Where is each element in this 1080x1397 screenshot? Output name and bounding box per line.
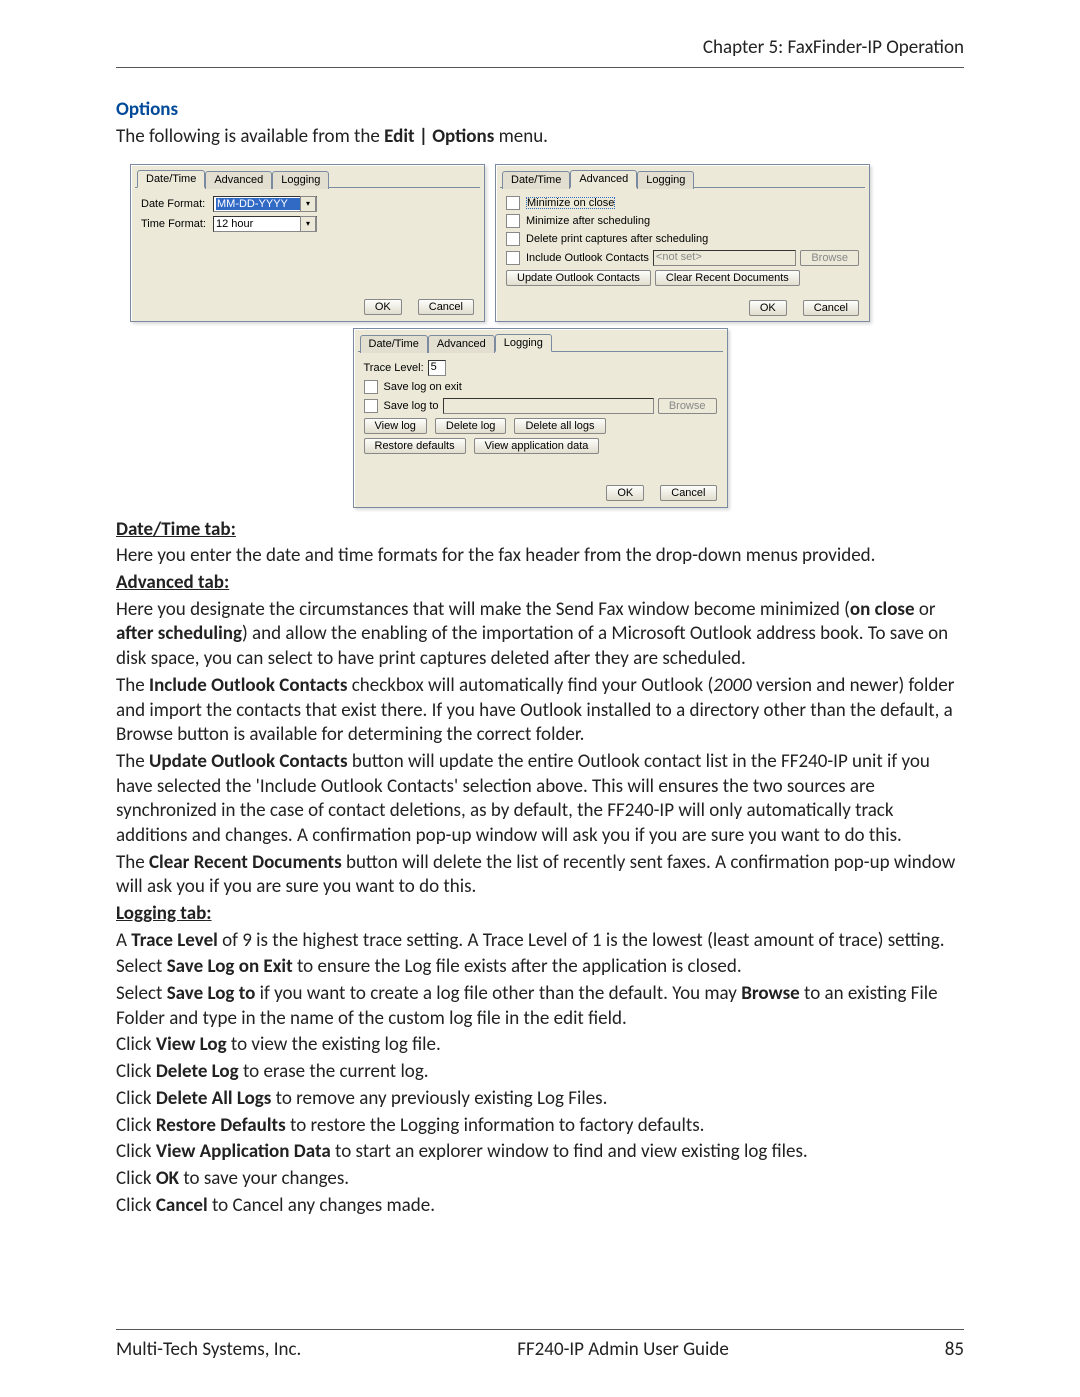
minimize-on-close-checkbox[interactable] [506, 196, 520, 210]
tabstrip: Date/Time Advanced Logging [500, 169, 865, 188]
cancel-button[interactable]: Cancel [418, 299, 474, 315]
logging-tab-heading: Logging tab: [116, 902, 964, 927]
time-format-label: Time Format: [141, 218, 209, 230]
tabstrip: Date/Time Advanced Logging [135, 169, 480, 188]
intro-text: The following is available from the Edit… [116, 125, 964, 150]
update-outlook-contacts-button[interactable]: Update Outlook Contacts [506, 270, 651, 286]
logging-paragraph-10: Click Cancel to Cancel any changes made. [116, 1194, 964, 1219]
advanced-tab-heading: Advanced tab: [116, 571, 964, 596]
options-dialog-datetime: Date/Time Advanced Logging Date Format: … [130, 164, 485, 322]
cancel-button[interactable]: Cancel [803, 300, 859, 316]
logging-paragraph-9: Click OK to save your changes. [116, 1167, 964, 1192]
options-dialog-logging: Date/Time Advanced Logging Trace Level: … [353, 328, 728, 508]
trace-level-label: Trace Level: [364, 362, 424, 374]
logging-paragraph-8: Click View Application Data to start an … [116, 1140, 964, 1165]
chevron-down-icon[interactable]: ▾ [300, 196, 316, 212]
logging-paragraph-1: A Trace Level of 9 is the highest trace … [116, 929, 964, 954]
tabstrip: Date/Time Advanced Logging [358, 333, 723, 352]
tab-advanced[interactable]: Advanced [428, 335, 495, 353]
ok-button[interactable]: OK [606, 485, 644, 501]
delete-print-captures-label: Delete print captures after scheduling [526, 233, 708, 245]
delete-print-captures-checkbox[interactable] [506, 232, 520, 246]
minimize-after-scheduling-label: Minimize after scheduling [526, 215, 650, 227]
tab-datetime[interactable]: Date/Time [137, 170, 205, 188]
logging-paragraph-4: Click View Log to view the existing log … [116, 1033, 964, 1058]
logging-paragraph-6: Click Delete All Logs to remove any prev… [116, 1087, 964, 1112]
footer-left: Multi-Tech Systems, Inc. [116, 1338, 301, 1361]
save-log-to-checkbox[interactable] [364, 399, 378, 413]
datetime-tab-heading: Date/Time tab: [116, 518, 964, 543]
browse-button[interactable]: Browse [800, 250, 859, 266]
page-footer: Multi-Tech Systems, Inc. FF240-IP Admin … [116, 1329, 964, 1361]
date-format-combo[interactable]: MM-DD-YYYY ▾ [213, 196, 317, 212]
page-header: Chapter 5: FaxFinder-IP Operation [116, 36, 964, 68]
ok-button[interactable]: OK [749, 300, 787, 316]
time-format-combo[interactable]: 12 hour ▾ [213, 216, 317, 232]
logging-paragraph-7: Click Restore Defaults to restore the Lo… [116, 1114, 964, 1139]
datetime-paragraph: Here you enter the date and time formats… [116, 544, 964, 569]
cancel-button[interactable]: Cancel [660, 485, 716, 501]
footer-center: FF240-IP Admin User Guide [517, 1338, 729, 1361]
advanced-paragraph-1: Here you designate the circumstances tha… [116, 598, 964, 672]
delete-log-button[interactable]: Delete log [435, 418, 507, 434]
tab-logging[interactable]: Logging [495, 334, 552, 352]
tab-logging[interactable]: Logging [637, 171, 694, 189]
tab-advanced[interactable]: Advanced [205, 171, 272, 189]
chevron-down-icon[interactable]: ▾ [300, 216, 316, 232]
logging-paragraph-5: Click Delete Log to erase the current lo… [116, 1060, 964, 1085]
tab-datetime[interactable]: Date/Time [502, 171, 570, 189]
minimize-after-scheduling-checkbox[interactable] [506, 214, 520, 228]
view-log-button[interactable]: View log [364, 418, 427, 434]
delete-all-logs-button[interactable]: Delete all logs [514, 418, 605, 434]
advanced-paragraph-4: The Clear Recent Documents button will d… [116, 851, 964, 900]
tab-advanced[interactable]: Advanced [570, 170, 637, 188]
tab-logging[interactable]: Logging [272, 171, 329, 189]
advanced-paragraph-2: The Include Outlook Contacts checkbox wi… [116, 674, 964, 748]
save-log-to-label: Save log to [384, 400, 439, 412]
options-dialog-advanced: Date/Time Advanced Logging Minimize on c… [495, 164, 870, 322]
view-application-data-button[interactable]: View application data [474, 438, 600, 454]
logging-paragraph-2: Select Save Log on Exit to ensure the Lo… [116, 955, 964, 980]
save-log-on-exit-label: Save log on exit [384, 381, 462, 393]
advanced-paragraph-3: The Update Outlook Contacts button will … [116, 750, 964, 849]
restore-defaults-button[interactable]: Restore defaults [364, 438, 466, 454]
minimize-on-close-label: Minimize on close [526, 197, 615, 209]
footer-page-number: 85 [945, 1338, 964, 1361]
section-title: Options [116, 98, 964, 121]
save-log-on-exit-checkbox[interactable] [364, 380, 378, 394]
browse-button[interactable]: Browse [658, 398, 717, 414]
clear-recent-documents-button[interactable]: Clear Recent Documents [655, 270, 800, 286]
save-log-to-field [443, 398, 654, 414]
logging-paragraph-3: Select Save Log to if you want to create… [116, 982, 964, 1031]
trace-level-field[interactable]: 5 [428, 360, 446, 376]
include-outlook-contacts-checkbox[interactable] [506, 251, 520, 265]
tab-datetime[interactable]: Date/Time [360, 335, 428, 353]
ok-button[interactable]: OK [364, 299, 402, 315]
include-outlook-contacts-label: Include Outlook Contacts [526, 252, 649, 264]
outlook-path-field: <not set> [653, 250, 796, 266]
date-format-label: Date Format: [141, 198, 209, 210]
